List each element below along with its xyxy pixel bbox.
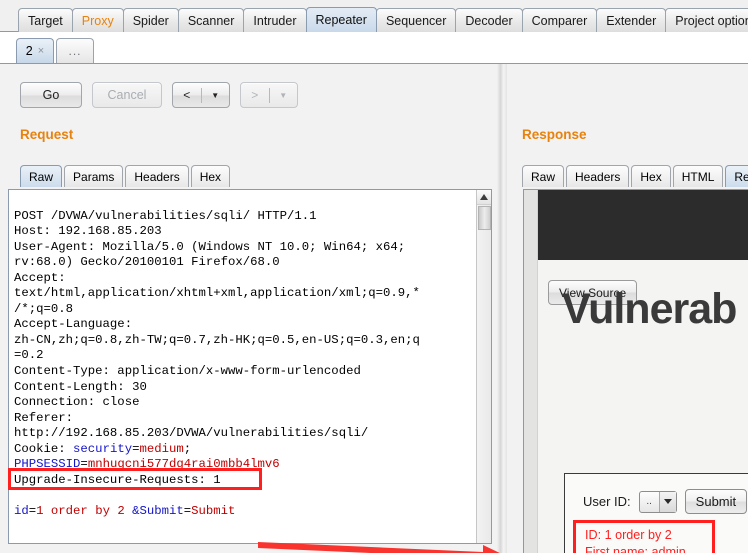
user-id-select[interactable]: .. (638, 490, 677, 513)
repeater-sub-tab-list: 2 × ... (16, 38, 96, 63)
response-tab-headers[interactable]: Headers (566, 165, 630, 187)
tab-label: Headers (575, 169, 621, 184)
cookie-value-phpsessid: mnhugcni577dg4rai0mbb4lmv6 (87, 457, 280, 472)
dvwa-banner (538, 190, 748, 260)
tab-label: Headers (134, 169, 180, 184)
main-tab-label: Project options (675, 13, 748, 28)
panel-divider[interactable] (497, 64, 507, 553)
forward-arrow-icon: > (251, 88, 259, 102)
rendered-page: View Source Vulnerab User ID: .. Submit … (524, 190, 748, 553)
submit-button[interactable]: Submit (684, 489, 748, 514)
user-id-select-value: .. (646, 496, 652, 507)
request-scrollbar[interactable] (476, 190, 491, 543)
request-tab-raw[interactable]: Raw (20, 165, 63, 187)
main-tab-label: Scanner (187, 13, 235, 28)
user-id-row: User ID: .. Submit (583, 489, 748, 514)
request-tab-hex[interactable]: Hex (190, 165, 231, 187)
request-tab-params[interactable]: Params (64, 165, 124, 187)
new-tab-label: ... (68, 44, 82, 58)
main-tab-label: Decoder (465, 13, 513, 28)
body-param-submit-name: Submit (139, 503, 184, 518)
back-arrow-icon: < (183, 88, 191, 102)
tab-label: Hex (199, 169, 222, 184)
main-tab-decoder[interactable]: Decoder (455, 8, 523, 32)
response-section-title: Response (522, 127, 587, 142)
main-tab-scanner[interactable]: Scanner (177, 8, 245, 32)
main-tab-label: Comparer (531, 13, 588, 28)
main-tab-label: Target (28, 13, 63, 28)
sql-result-highlight-box: ID: 1 order by 2 First name: admin Surna… (573, 520, 715, 553)
tab-label: Raw (29, 169, 54, 184)
chevron-down-icon: ▼ (279, 90, 288, 100)
body-param-submit-value: Submit (191, 503, 236, 518)
request-header-lines: POST /DVWA/vulnerabilities/sqli/ HTTP/1.… (14, 208, 420, 441)
body-param-id-name: id (14, 503, 29, 518)
go-button[interactable]: Go (20, 82, 82, 108)
sub-tab-label: 2 (25, 44, 33, 58)
request-raw-text[interactable]: POST /DVWA/vulnerabilities/sqli/ HTTP/1.… (14, 193, 469, 519)
close-icon[interactable]: × (38, 45, 44, 57)
request-tab-headers[interactable]: Headers (125, 165, 189, 187)
response-tab-list: Raw Headers Hex HTML Render (522, 165, 748, 187)
chevron-down-icon[interactable] (658, 491, 676, 512)
main-tab-target[interactable]: Target (18, 8, 73, 32)
response-tab-hex[interactable]: Hex (631, 165, 671, 187)
upgrade-insecure-requests-line: Upgrade-Insecure-Requests: 1 (14, 472, 221, 487)
forward-button: > ▼ (240, 82, 298, 108)
cookie-name-phpsessid: PHPSESSID (14, 457, 81, 472)
main-tab-sequencer[interactable]: Sequencer (375, 8, 457, 32)
response-tab-render[interactable]: Render (725, 165, 748, 187)
burp-suite-window: Target Proxy Spider Scanner Intruder Repeater… (0, 0, 748, 553)
annotation-arrow (258, 542, 500, 553)
semicolon: ; (183, 441, 192, 456)
sql-injection-form-card: User ID: .. Submit ID: 1 order by 2 Firs… (564, 473, 748, 553)
request-section-title: Request (20, 127, 74, 142)
tab-label: Hex (640, 169, 662, 184)
response-tab-raw[interactable]: Raw (522, 165, 565, 187)
tab-label: Params (73, 169, 115, 184)
main-tab-proxy[interactable]: Proxy (71, 8, 124, 32)
main-tab-label: Extender (606, 13, 657, 28)
back-button[interactable]: < ▼ (172, 82, 230, 108)
response-tab-html[interactable]: HTML (672, 165, 724, 187)
main-tab-label: Sequencer (385, 13, 447, 28)
main-tab-spider[interactable]: Spider (122, 8, 179, 32)
sub-tab-2[interactable]: 2 × (16, 38, 54, 63)
main-tab-label: Proxy (81, 13, 114, 28)
request-tab-list: Raw Params Headers Hex (20, 165, 232, 187)
main-tab-repeater[interactable]: Repeater (305, 7, 377, 32)
main-tab-intruder[interactable]: Intruder (243, 8, 307, 32)
tab-label: HTML (681, 169, 715, 184)
page-gutter (524, 190, 538, 553)
cancel-button: Cancel (92, 82, 162, 108)
main-tab-project-options[interactable]: Project options (665, 8, 748, 32)
scroll-up-icon[interactable] (477, 190, 491, 205)
main-tab-label: Repeater (315, 13, 367, 27)
user-id-label: User ID: (583, 494, 631, 509)
main-tab-label: Spider (132, 13, 169, 28)
tab-label: Raw (531, 169, 556, 184)
equals-sign: = (80, 457, 88, 472)
cookie-name-security: security (73, 441, 133, 456)
cookie-value-medium: medium (139, 441, 184, 456)
cookie-prefix: Cookie: (14, 441, 74, 456)
sql-result-text: ID: 1 order by 2 First name: admin Surna… (585, 528, 686, 553)
repeater-toolbar: Go Cancel < ▼ > ▼ (20, 82, 298, 108)
response-render-panel[interactable]: View Source Vulnerab User ID: .. Submit … (523, 189, 748, 553)
main-tab-comparer[interactable]: Comparer (521, 8, 598, 32)
scrollbar-thumb[interactable] (478, 206, 491, 230)
request-editor-panel[interactable]: POST /DVWA/vulnerabilities/sqli/ HTTP/1.… (8, 189, 492, 544)
new-sub-tab-button[interactable]: ... (56, 38, 94, 63)
main-tab-bar: Target Proxy Spider Scanner Intruder Repeater… (0, 0, 748, 32)
chevron-down-icon[interactable]: ▼ (202, 91, 230, 100)
body-param-id-value: 1 order by 2 (36, 503, 133, 518)
page-heading: Vulnerab (562, 285, 737, 333)
main-tab-list: Target Proxy Spider Scanner Intruder Repeater… (18, 7, 748, 32)
tab-label: Render (734, 169, 748, 184)
main-tab-extender[interactable]: Extender (596, 8, 667, 32)
repeater-body: Go Cancel < ▼ > ▼ Request Raw Params Heade… (0, 64, 748, 553)
repeater-sub-tab-bar: 2 × ... (0, 32, 748, 64)
main-tab-label: Intruder (253, 13, 297, 28)
